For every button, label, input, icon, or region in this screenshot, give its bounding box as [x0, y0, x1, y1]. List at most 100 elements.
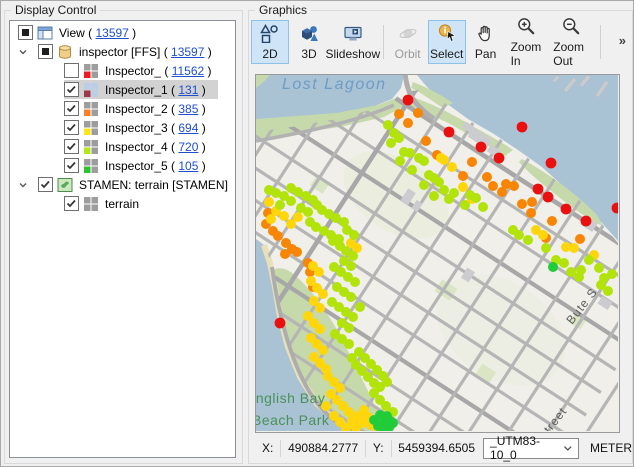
map-dot[interactable] — [413, 108, 423, 118]
map-dot[interactable] — [348, 251, 358, 261]
tree-row-inspector_3[interactable]: Inspector_3 ( 694 ) — [10, 118, 235, 137]
checkbox[interactable] — [38, 177, 53, 192]
map-dot[interactable] — [607, 269, 617, 279]
map-dot[interactable] — [349, 230, 359, 240]
tree-row-inspector_4[interactable]: Inspector_4 ( 720 ) — [10, 137, 235, 156]
map-dot[interactable] — [594, 263, 604, 273]
tree-row-inspector_5[interactable]: Inspector_5 ( 105 ) — [10, 156, 235, 175]
feature-count-link[interactable]: 694 — [178, 121, 198, 135]
projection-dropdown[interactable]: _UTM83-10_0 — [483, 438, 579, 459]
map-dot[interactable] — [314, 267, 324, 277]
tree-row-label[interactable]: Inspector_1 ( 131 ) — [105, 83, 206, 97]
map-dot[interactable] — [444, 194, 454, 204]
layer-tree[interactable]: View ( 13597 ) inspector [FFS] ( 13597 ) I… — [9, 20, 236, 458]
map-dot[interactable] — [355, 302, 365, 312]
feature-count-link[interactable]: 720 — [178, 140, 198, 154]
map-dot[interactable] — [421, 136, 431, 146]
map-dot[interactable] — [569, 243, 579, 253]
map-dot[interactable] — [315, 303, 325, 313]
feature-count-link[interactable]: 11562 — [172, 64, 204, 78]
map-dot[interactable] — [471, 193, 481, 203]
tree-row-inspector_[interactable]: Inspector_ ( 11562 ) — [10, 61, 235, 80]
tree-row-label[interactable]: terrain — [105, 197, 139, 211]
tree-row-label[interactable]: View ( 13597 ) — [59, 26, 136, 40]
map-dot[interactable] — [344, 339, 354, 349]
map-dot[interactable] — [546, 158, 557, 169]
map-dot[interactable] — [395, 156, 405, 166]
map-dot[interactable] — [264, 197, 274, 207]
toolbar-button-select[interactable]: Select — [428, 20, 466, 64]
checkbox[interactable] — [64, 101, 79, 116]
map-dot[interactable] — [439, 185, 449, 195]
map-dot[interactable] — [575, 234, 585, 244]
map-dot[interactable] — [292, 247, 302, 257]
map-dot[interactable] — [514, 230, 524, 240]
tree-row-stamen-terrain-stamen-[interactable]: STAMEN: terrain [STAMEN] — [10, 175, 235, 194]
map-dot[interactable] — [348, 312, 358, 322]
map-dot[interactable] — [447, 162, 457, 172]
feature-count-link[interactable]: 105 — [178, 159, 198, 173]
map-dot[interactable] — [275, 200, 285, 210]
map-dot[interactable] — [476, 142, 487, 153]
map-dot[interactable] — [460, 200, 470, 210]
map-dot[interactable] — [478, 202, 488, 212]
map-dot[interactable] — [344, 323, 354, 333]
map-dot[interactable] — [509, 181, 519, 191]
feature-count-link[interactable]: 385 — [178, 102, 198, 116]
tree-row-label[interactable]: Inspector_2 ( 385 ) — [105, 102, 206, 116]
map-dot[interactable] — [286, 196, 296, 206]
map-dot[interactable] — [541, 243, 551, 253]
map-dot[interactable] — [574, 272, 584, 282]
map-dot[interactable] — [388, 418, 398, 428]
map-dot[interactable] — [279, 211, 289, 221]
toolbar-button-slideshow[interactable]: Slideshow — [329, 20, 377, 64]
tree-row-terrain[interactable]: terrain — [10, 194, 235, 213]
map-dot[interactable] — [494, 153, 505, 164]
checkbox[interactable] — [64, 158, 79, 173]
map-dot[interactable] — [584, 255, 594, 265]
map-dot[interactable] — [344, 407, 354, 417]
feature-count-link[interactable]: 13597 — [171, 45, 204, 59]
checkbox[interactable] — [64, 63, 79, 78]
map-dot[interactable] — [458, 182, 468, 192]
map-dot[interactable] — [581, 216, 592, 227]
map-dot[interactable] — [318, 289, 328, 299]
tree-row-inspector-ffs-[interactable]: inspector [FFS] ( 13597 ) — [10, 42, 235, 61]
map-dot[interactable] — [280, 249, 290, 259]
checkbox[interactable] — [64, 82, 79, 97]
tree-row-label[interactable]: Inspector_ ( 11562 ) — [105, 64, 212, 78]
map-dot[interactable] — [407, 165, 417, 175]
tree-row-label[interactable]: inspector [FFS] ( 13597 ) — [79, 45, 212, 59]
tree-row-inspector_1[interactable]: Inspector_1 ( 131 ) — [10, 80, 235, 99]
map-dot[interactable] — [386, 138, 396, 148]
map-dot[interactable] — [403, 118, 413, 128]
map-dot[interactable] — [439, 155, 449, 165]
map-dot[interactable] — [533, 184, 544, 195]
map-dot[interactable] — [458, 171, 468, 181]
map-dot[interactable] — [482, 172, 492, 182]
feature-count-link[interactable]: 131 — [178, 83, 198, 97]
map-dot[interactable] — [526, 208, 536, 218]
map-dot[interactable] — [273, 231, 283, 241]
map-dot[interactable] — [335, 383, 345, 393]
map-dot[interactable] — [603, 286, 613, 296]
map-dot[interactable] — [467, 157, 477, 167]
feature-count-link[interactable]: 13597 — [95, 26, 128, 40]
expander-icon[interactable] — [18, 180, 38, 190]
map-dot[interactable] — [266, 214, 276, 224]
map-dot[interactable] — [318, 345, 328, 355]
map-dot[interactable] — [419, 180, 429, 190]
map-dot[interactable] — [548, 262, 558, 272]
toolbar-button-pan[interactable]: Pan — [467, 20, 505, 64]
map-dot[interactable] — [405, 148, 415, 158]
map-dot[interactable] — [547, 216, 557, 226]
tree-row-view[interactable]: View ( 13597 ) — [10, 23, 235, 42]
map-dot[interactable] — [315, 324, 325, 334]
tree-row-label[interactable]: Inspector_5 ( 105 ) — [105, 159, 206, 173]
tree-row-inspector_2[interactable]: Inspector_2 ( 385 ) — [10, 99, 235, 118]
tree-row-label[interactable]: Inspector_3 ( 694 ) — [105, 121, 206, 135]
toolbar-button-3d[interactable]: 3D — [290, 20, 328, 64]
map-dot[interactable] — [444, 127, 455, 138]
map-dot[interactable] — [383, 120, 393, 130]
toolbar-button-zoom-out[interactable]: Zoom Out — [547, 20, 594, 64]
